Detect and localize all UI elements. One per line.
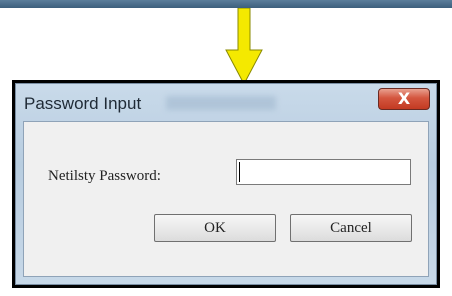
cancel-button[interactable]: Cancel	[290, 214, 412, 242]
text-caret	[239, 162, 240, 182]
password-input[interactable]	[236, 159, 411, 185]
close-button[interactable]: X	[378, 88, 430, 110]
password-label: Netilsty Password:	[48, 168, 161, 184]
window-title: Password Input	[24, 94, 142, 113]
dialog-body: Netilsty Password: OK Cancel	[23, 121, 429, 277]
dialog-frame: Password Input X Netilsty Password: OK C…	[12, 80, 440, 288]
title-bar[interactable]: Password Input X	[16, 84, 436, 122]
background-top-bar	[0, 0, 452, 8]
ok-button[interactable]: OK	[154, 214, 276, 242]
down-arrow-icon	[225, 8, 263, 86]
password-dialog: Password Input X Netilsty Password: OK C…	[15, 83, 437, 285]
blurred-title-area	[166, 96, 276, 110]
